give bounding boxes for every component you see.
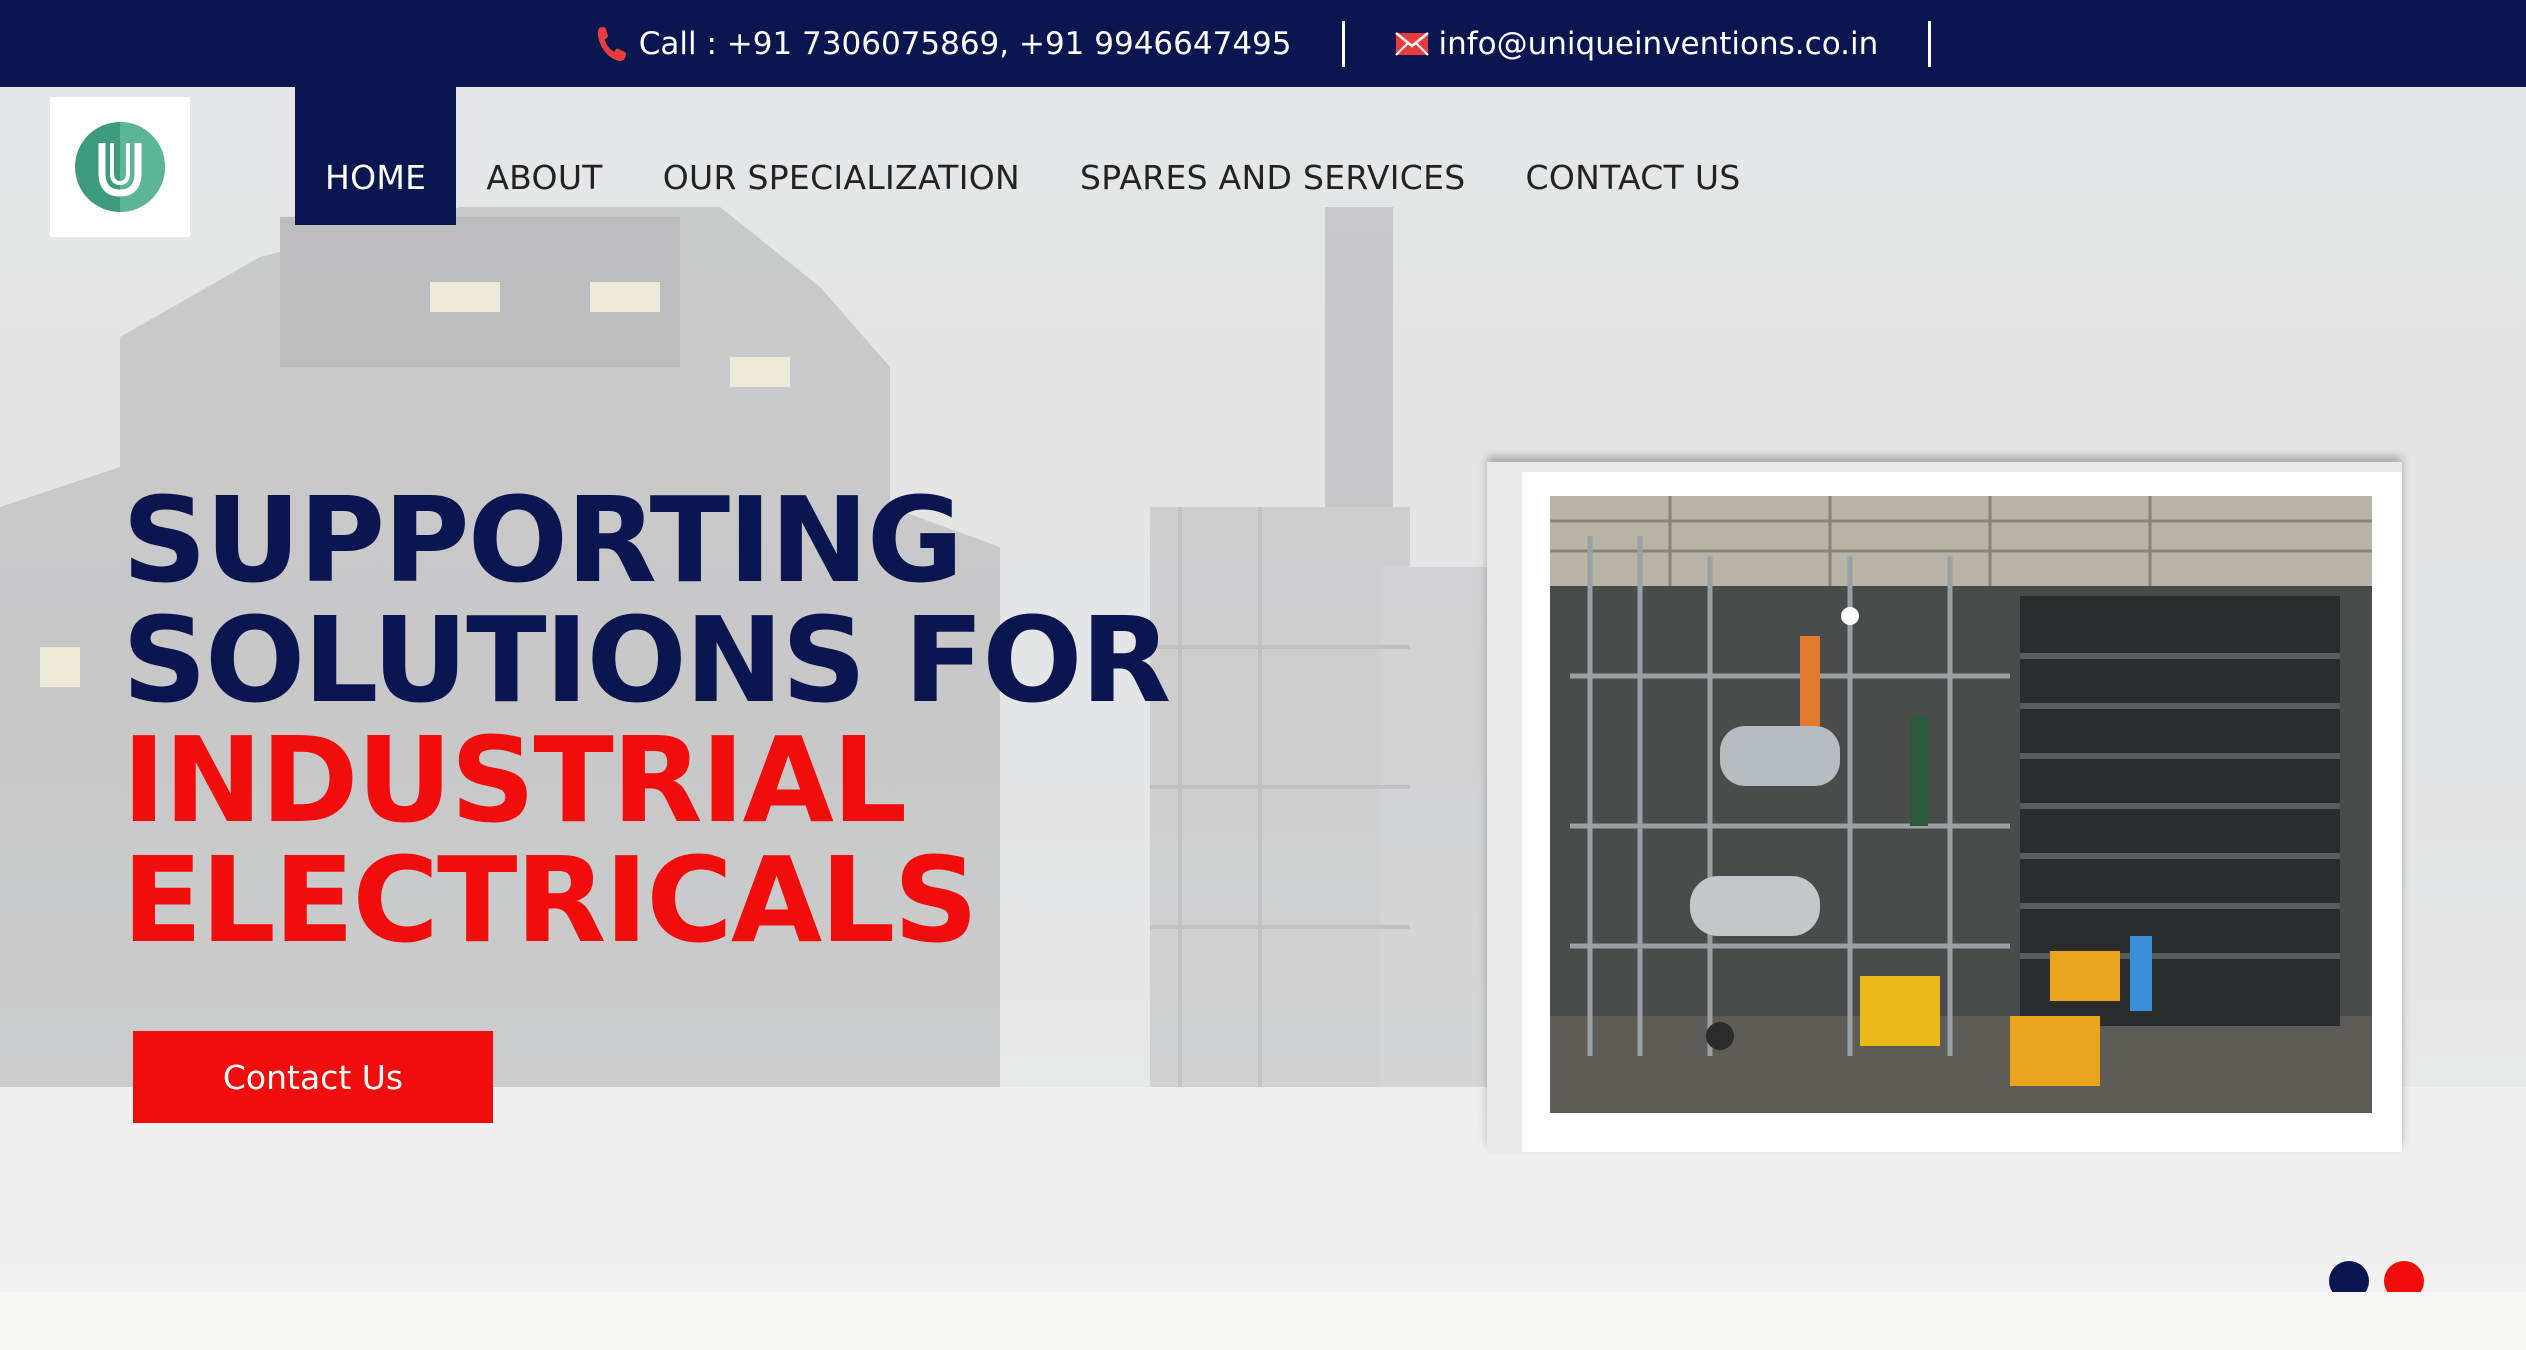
logo-icon bbox=[75, 122, 165, 212]
headline-line-2: SOLUTIONS FOR bbox=[122, 591, 1171, 729]
email-text: info@uniqueinventions.co.in bbox=[1438, 25, 1879, 62]
nav-item-spares-and-services[interactable]: SPARES AND SERVICES bbox=[1050, 87, 1495, 225]
topbar-divider bbox=[1341, 20, 1345, 67]
top-contact-bar: Call : +91 7306075869, +91 9946647495 in… bbox=[0, 0, 2526, 87]
hero-headline: SUPPORTING SOLUTIONS FOR INDUSTRIAL ELEC… bbox=[122, 471, 1171, 969]
mail-icon bbox=[1394, 31, 1429, 56]
workshop-illustration bbox=[1550, 496, 2372, 1113]
phone-text: Call : +91 7306075869, +91 9946647495 bbox=[638, 25, 1292, 62]
nav-item-contact-us[interactable]: CONTACT US bbox=[1496, 87, 1771, 225]
phone-contact[interactable]: Call : +91 7306075869, +91 9946647495 bbox=[595, 24, 1292, 64]
topbar-divider bbox=[1928, 20, 1932, 67]
site-logo[interactable] bbox=[50, 97, 190, 237]
nav-item-our-specialization[interactable]: OUR SPECIALIZATION bbox=[633, 87, 1050, 225]
nav-item-about[interactable]: ABOUT bbox=[456, 87, 632, 225]
headline-line-3: INDUSTRIAL bbox=[122, 711, 907, 849]
footer-strip bbox=[0, 1292, 2526, 1350]
industrial-workshop-photo bbox=[1550, 496, 2372, 1113]
contact-us-button[interactable]: Contact Us bbox=[133, 1031, 493, 1123]
nav-item-home[interactable]: HOME bbox=[295, 87, 457, 225]
headline-line-1: SUPPORTING bbox=[122, 471, 964, 609]
email-contact[interactable]: info@uniqueinventions.co.in bbox=[1394, 25, 1879, 62]
main-navigation: HOME ABOUT OUR SPECIALIZATION SPARES AND… bbox=[295, 87, 1771, 225]
headline-line-4: ELECTRICALS bbox=[122, 831, 978, 969]
phone-icon bbox=[597, 26, 626, 61]
